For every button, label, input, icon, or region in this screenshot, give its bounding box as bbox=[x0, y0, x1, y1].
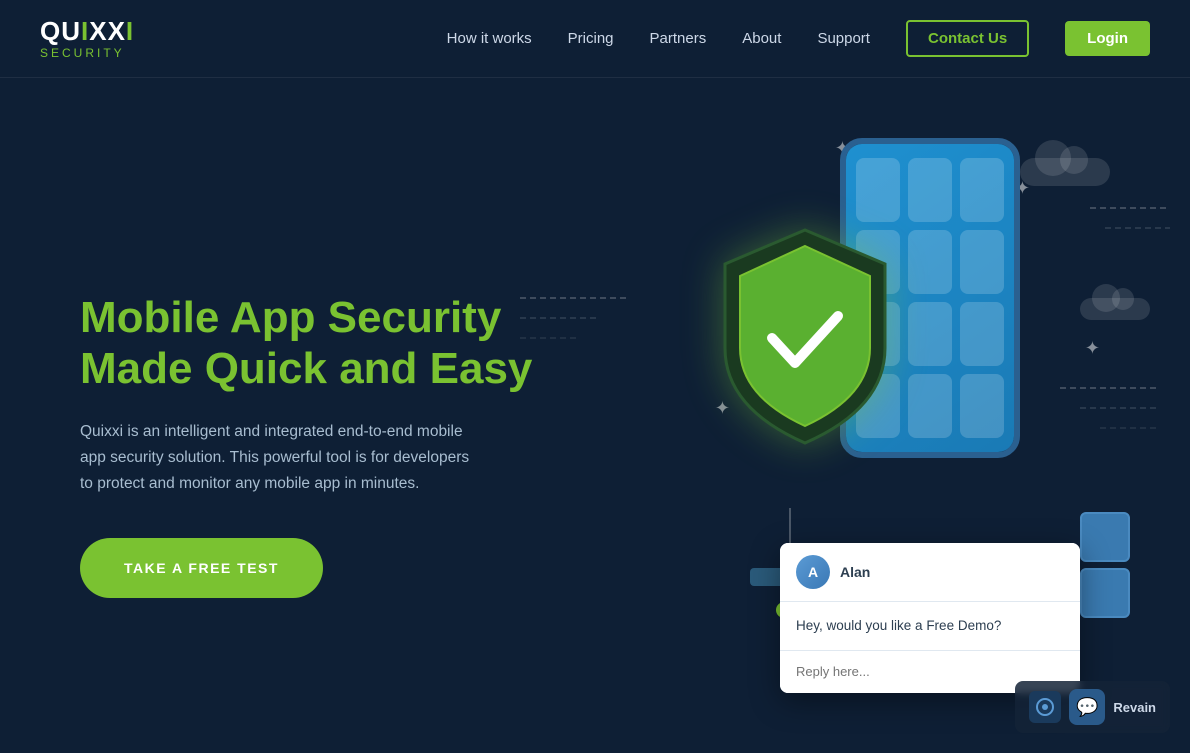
app-icon-3 bbox=[960, 158, 1004, 222]
nav-support[interactable]: Support bbox=[817, 30, 870, 47]
shield-svg bbox=[700, 218, 910, 458]
nav-how-it-works[interactable]: How it works bbox=[447, 30, 532, 47]
app-icon-2 bbox=[908, 158, 952, 222]
hero-content: Mobile App Security Made Quick and Easy … bbox=[80, 293, 560, 597]
app-icon-11 bbox=[908, 374, 952, 438]
chat-header: A Alan bbox=[780, 543, 1080, 602]
chat-message: Hey, would you like a Free Demo? bbox=[780, 602, 1080, 650]
chat-input[interactable] bbox=[796, 664, 1064, 679]
sparkle-5: ✦ bbox=[1085, 338, 1100, 359]
revain-badge[interactable]: 💬 Revain bbox=[1015, 681, 1170, 733]
hero-title: Mobile App Security Made Quick and Easy bbox=[80, 293, 560, 394]
cta-button[interactable]: TAKE A FREE TEST bbox=[80, 538, 323, 598]
nav-contact-us[interactable]: Contact Us bbox=[906, 20, 1029, 57]
shield-illustration bbox=[700, 218, 910, 463]
nav-about[interactable]: About bbox=[742, 30, 781, 47]
app-icon-9 bbox=[960, 302, 1004, 366]
hero-section: Mobile App Security Made Quick and Easy … bbox=[0, 78, 1190, 753]
nav-pricing[interactable]: Pricing bbox=[568, 30, 614, 47]
logo-brand: QUIXXI bbox=[40, 18, 134, 44]
chat-avatar: A bbox=[796, 555, 830, 589]
hero-description: Quixxi is an intelligent and integrated … bbox=[80, 419, 480, 498]
box-small-2 bbox=[1080, 568, 1130, 618]
app-icon-1 bbox=[856, 158, 900, 222]
revain-logo-svg bbox=[1035, 697, 1055, 717]
navbar: QUIXXI Security How it works Pricing Par… bbox=[0, 0, 1190, 78]
nav-links: How it works Pricing Partners About Supp… bbox=[447, 30, 1150, 48]
cloud-2 bbox=[1080, 298, 1150, 320]
nav-login[interactable]: Login bbox=[1065, 21, 1150, 56]
chat-bubble-icon: 💬 bbox=[1069, 689, 1105, 725]
box-small-1 bbox=[1080, 512, 1130, 562]
cloud-1 bbox=[1020, 158, 1110, 186]
app-icon-8 bbox=[908, 302, 952, 366]
chat-widget: A Alan Hey, would you like a Free Demo? bbox=[780, 543, 1080, 693]
nav-partners[interactable]: Partners bbox=[650, 30, 707, 47]
logo-sub: Security bbox=[40, 46, 125, 60]
logo: QUIXXI Security bbox=[40, 18, 134, 60]
revain-label: Revain bbox=[1113, 700, 1156, 715]
chat-agent-name: Alan bbox=[840, 564, 870, 580]
app-icon-6 bbox=[960, 230, 1004, 294]
app-icon-12 bbox=[960, 374, 1004, 438]
revain-icon bbox=[1029, 691, 1061, 723]
app-icon-5 bbox=[908, 230, 952, 294]
